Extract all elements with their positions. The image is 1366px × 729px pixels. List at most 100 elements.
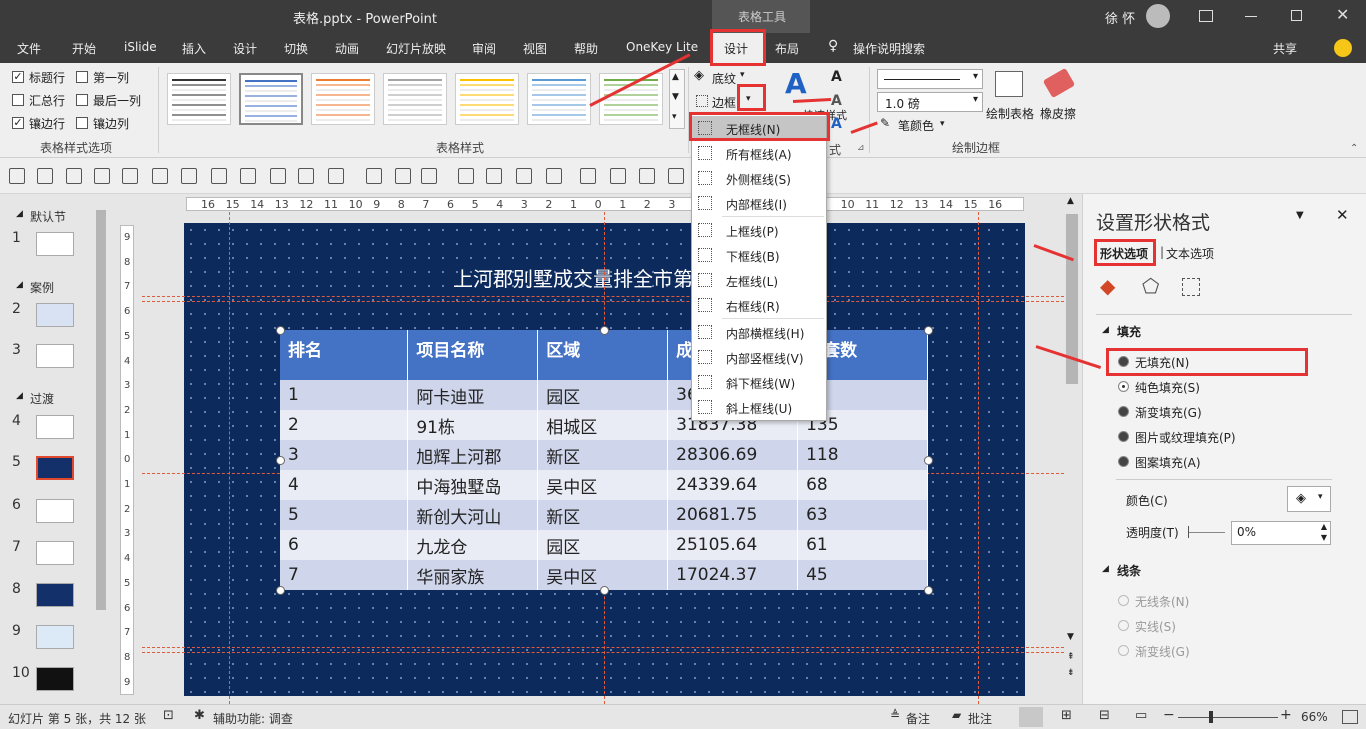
- dialog-launcher-icon[interactable]: ⊿: [857, 143, 865, 153]
- border-menu-item[interactable]: 内部横框线(H): [692, 320, 826, 344]
- table-cell[interactable]: 68: [797, 470, 928, 500]
- table-cell[interactable]: 旭辉上河郡: [407, 440, 539, 470]
- table-style-thumb[interactable]: [527, 73, 591, 125]
- table-cell[interactable]: 118: [797, 440, 928, 470]
- toolbar-icon[interactable]: [366, 168, 382, 184]
- line-option-label[interactable]: 渐变线(G): [1135, 643, 1190, 660]
- slide-thumbnail[interactable]: [36, 303, 74, 327]
- table-cell[interactable]: 25105.64: [667, 530, 799, 560]
- table-cell[interactable]: 61: [797, 530, 928, 560]
- checkbox-first-column[interactable]: [76, 71, 88, 83]
- fill-section-header[interactable]: 填充: [1117, 323, 1141, 340]
- table-style-thumb[interactable]: [167, 73, 231, 125]
- table-cell[interactable]: 91栋: [407, 410, 539, 440]
- border-menu-item[interactable]: 下框线(B): [692, 243, 826, 267]
- table-cell[interactable]: 园区: [537, 380, 669, 410]
- toolbar-icon[interactable]: [66, 168, 82, 184]
- table-cell[interactable]: 6: [280, 530, 409, 560]
- table-style-thumb[interactable]: [311, 73, 375, 125]
- user-name[interactable]: 徐 怀: [1105, 8, 1135, 27]
- checkbox-header-row[interactable]: ✓: [12, 71, 24, 83]
- text-fill-icon[interactable]: A: [831, 69, 842, 85]
- border-menu-item[interactable]: 斜上框线(U): [692, 395, 826, 419]
- line-option-label[interactable]: 无线条(N): [1135, 593, 1189, 610]
- table-cell[interactable]: 2: [280, 410, 409, 440]
- fill-radio[interactable]: [1118, 456, 1129, 467]
- zoom-out-icon[interactable]: −: [1163, 707, 1175, 723]
- accessibility-status[interactable]: 辅助功能: 调查: [213, 710, 293, 727]
- resize-handle[interactable]: [600, 586, 609, 595]
- slide-thumbnail[interactable]: [36, 499, 74, 523]
- checkbox-total-row[interactable]: [12, 94, 24, 106]
- restore-icon[interactable]: [1291, 10, 1302, 21]
- toolbar-icon[interactable]: [458, 168, 474, 184]
- editor-scrollbar[interactable]: ▲ ▼ ⇞ ⇟: [1064, 194, 1080, 704]
- section-default[interactable]: 默认节: [30, 208, 66, 225]
- tab-islide[interactable]: iSlide: [124, 40, 157, 54]
- tab-table-layout[interactable]: 布局: [775, 40, 799, 57]
- fit-to-window-icon[interactable]: [1342, 710, 1358, 724]
- slide-thumbnail[interactable]: [36, 583, 74, 607]
- slide-thumbnail[interactable]: [36, 415, 74, 439]
- checkbox-banded-rows[interactable]: ✓: [12, 117, 24, 129]
- table-cell[interactable]: 九龙仓: [407, 530, 539, 560]
- size-properties-icon[interactable]: [1182, 278, 1200, 296]
- pane-options-icon[interactable]: ▼: [1296, 210, 1304, 221]
- tab-animations[interactable]: 动画: [335, 40, 359, 57]
- line-radio[interactable]: [1118, 595, 1129, 606]
- zoom-slider[interactable]: [1178, 717, 1278, 718]
- table-header-cell[interactable]: 排名: [280, 330, 409, 380]
- slide-thumbnail[interactable]: [36, 232, 74, 256]
- toolbar-icon[interactable]: [328, 168, 344, 184]
- table-cell[interactable]: 阿卡迪亚: [407, 380, 539, 410]
- toolbar-icon[interactable]: [181, 168, 197, 184]
- toolbar-icon[interactable]: [122, 168, 138, 184]
- tab-text-options[interactable]: 文本选项: [1166, 245, 1214, 262]
- resize-handle[interactable]: [600, 326, 609, 335]
- toolbar-icon[interactable]: [580, 168, 596, 184]
- table-style-thumb[interactable]: [455, 73, 519, 125]
- table-cell[interactable]: 吴中区: [537, 470, 669, 500]
- border-menu-item[interactable]: 所有框线(A): [692, 141, 826, 165]
- close-icon[interactable]: ✕: [1336, 5, 1349, 24]
- fill-radio[interactable]: [1118, 431, 1129, 442]
- border-menu-item[interactable]: 内部竖框线(V): [692, 345, 826, 369]
- border-menu-item[interactable]: 斜下框线(W): [692, 370, 826, 394]
- table-style-thumb[interactable]: [239, 73, 303, 125]
- table-cell[interactable]: 园区: [537, 530, 669, 560]
- smiley-icon[interactable]: [1334, 39, 1352, 57]
- avatar[interactable]: [1146, 4, 1170, 28]
- border-menu-item[interactable]: 右框线(R): [692, 293, 826, 317]
- spellcheck-icon[interactable]: ⊡: [163, 708, 174, 723]
- pen-color-button[interactable]: 笔颜色: [898, 117, 934, 134]
- toolbar-icon[interactable]: [37, 168, 53, 184]
- borders-button[interactable]: 边框: [712, 94, 736, 111]
- table-cell[interactable]: 24339.64: [667, 470, 799, 500]
- line-section-header[interactable]: 线条: [1117, 562, 1141, 579]
- slides-scrollbar[interactable]: [94, 196, 108, 702]
- tab-help[interactable]: 帮助: [574, 40, 598, 57]
- shading-button[interactable]: 底纹: [712, 70, 736, 87]
- draw-table-button[interactable]: 绘制表格: [986, 105, 1034, 122]
- border-menu-item[interactable]: 外侧框线(S): [692, 166, 826, 190]
- pen-style-select[interactable]: ▾: [877, 69, 983, 89]
- toolbar-icon[interactable]: [270, 168, 286, 184]
- slide-thumbnail[interactable]: [36, 541, 74, 565]
- table-cell[interactable]: 17024.37: [667, 560, 799, 590]
- toolbar-icon[interactable]: [240, 168, 256, 184]
- table-cell[interactable]: 3: [280, 440, 409, 470]
- fill-option-label[interactable]: 图案填充(A): [1135, 454, 1201, 471]
- comments-button[interactable]: 批注: [968, 710, 992, 727]
- text-outline-icon[interactable]: A: [831, 93, 842, 109]
- toolbar-icon[interactable]: [610, 168, 626, 184]
- toolbar-icon[interactable]: [668, 168, 684, 184]
- fill-option-label[interactable]: 图片或纹理填充(P): [1135, 429, 1236, 446]
- share-button[interactable]: 共享: [1273, 40, 1297, 57]
- tab-transitions[interactable]: 切换: [284, 40, 308, 57]
- table-cell[interactable]: 20681.75: [667, 500, 799, 530]
- section-transition[interactable]: 过渡: [30, 390, 54, 407]
- toolbar-icon[interactable]: [94, 168, 110, 184]
- tab-review[interactable]: 审阅: [472, 40, 496, 57]
- resize-handle[interactable]: [276, 456, 285, 465]
- line-radio[interactable]: [1118, 645, 1129, 656]
